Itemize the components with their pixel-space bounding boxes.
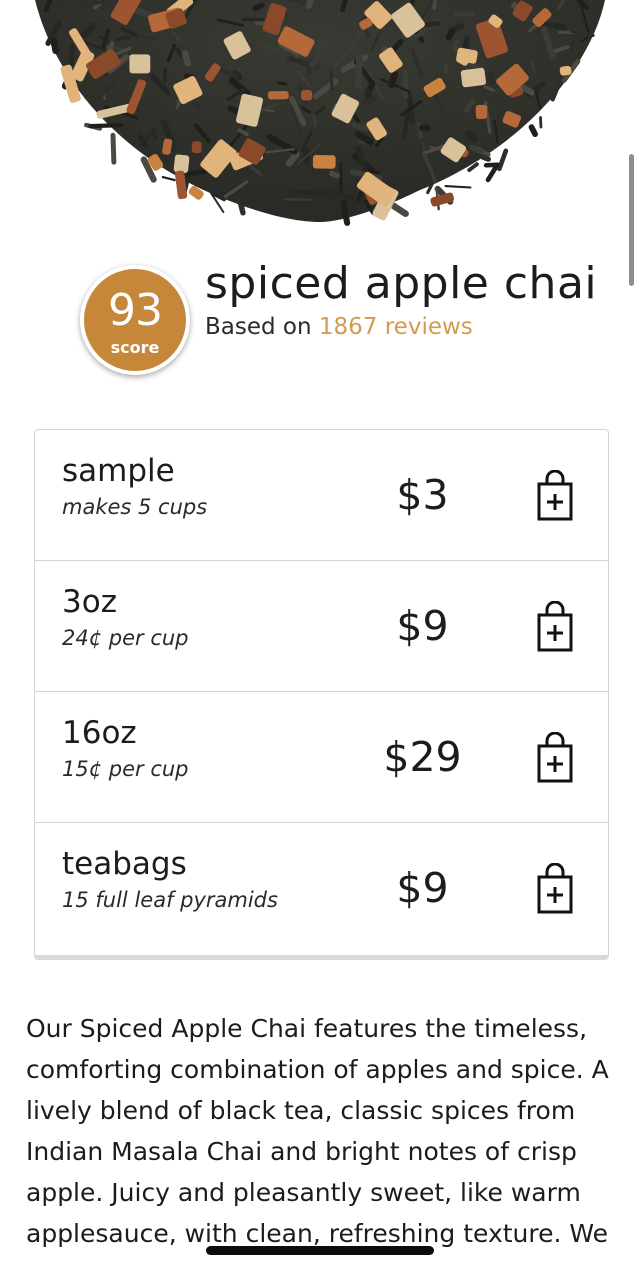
- option-price: $29: [383, 733, 462, 781]
- reviews-link[interactable]: 1867 reviews: [319, 314, 473, 340]
- option-name: 3oz: [62, 584, 117, 620]
- add-to-bag-button[interactable]: [531, 732, 579, 786]
- product-title: spiced apple chai: [205, 258, 598, 309]
- score-label: score: [110, 338, 160, 357]
- shopping-bag-plus-icon: [537, 601, 573, 652]
- option-price: $9: [396, 602, 449, 650]
- product-description: Our Spiced Apple Chai features the timel…: [26, 1014, 609, 1248]
- option-row-teabags[interactable]: teabags 15 full leaf pyramids $9: [35, 823, 608, 954]
- option-price: $3: [396, 471, 449, 519]
- add-to-bag-button[interactable]: [531, 601, 579, 655]
- product-page: 93 score spiced apple chai Based on 1867…: [0, 0, 640, 1270]
- option-name: sample: [62, 453, 175, 489]
- add-to-bag-button[interactable]: [531, 863, 579, 917]
- reviews-prefix: Based on: [205, 314, 319, 340]
- option-name: teabags: [62, 846, 187, 882]
- purchase-options: sample makes 5 cups $3 3oz 24¢ per cup $…: [34, 429, 609, 960]
- option-row-3oz[interactable]: 3oz 24¢ per cup $9: [35, 561, 608, 692]
- score-value: 93: [108, 285, 163, 336]
- review-summary: Based on 1867 reviews: [205, 312, 473, 342]
- option-row-sample[interactable]: sample makes 5 cups $3: [35, 430, 608, 561]
- option-price: $9: [396, 864, 449, 912]
- scrollbar[interactable]: [629, 154, 634, 286]
- option-row-16oz[interactable]: 16oz 15¢ per cup $29: [35, 692, 608, 823]
- shopping-bag-plus-icon: [537, 732, 573, 783]
- option-detail: makes 5 cups: [62, 495, 208, 519]
- score-badge: 93 score: [80, 265, 190, 375]
- option-detail: 15 full leaf pyramids: [62, 888, 278, 912]
- shopping-bag-plus-icon: [537, 470, 573, 521]
- option-detail: 24¢ per cup: [62, 626, 189, 650]
- option-name: 16oz: [62, 715, 137, 751]
- option-detail: 15¢ per cup: [62, 757, 189, 781]
- home-indicator[interactable]: [206, 1246, 434, 1255]
- shopping-bag-plus-icon: [537, 863, 573, 914]
- product-image: [0, 0, 640, 240]
- add-to-bag-button[interactable]: [531, 470, 579, 524]
